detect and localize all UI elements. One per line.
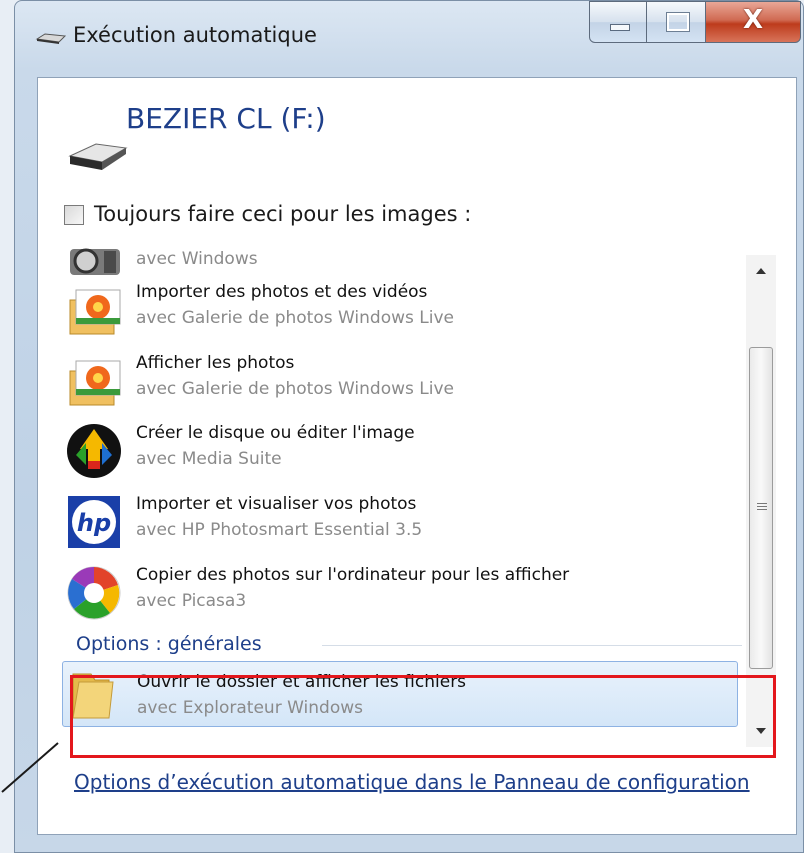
scroll-grip-icon [757, 503, 767, 512]
list-item[interactable]: Afficher les photos avec Galerie de phot… [62, 347, 742, 417]
section-header-general: Options : générales [76, 633, 262, 655]
control-panel-autoplay-link[interactable]: Options d’exécution automatique dans le … [74, 770, 750, 794]
list-item-title: Importer des photos et des vidéos [136, 282, 428, 302]
media-suite-icon [67, 424, 121, 478]
list-item[interactable]: Copier des photos sur l'ordinateur pour … [62, 559, 742, 629]
list-item-title: Afficher les photos [136, 353, 295, 373]
close-button[interactable]: X [705, 1, 801, 43]
client-area: BEZIER CL (F:) Toujours faire ceci pour … [37, 77, 797, 835]
scroll-thumb[interactable] [749, 347, 773, 669]
maximize-icon [666, 12, 690, 32]
removable-drive-icon [68, 143, 128, 170]
maximize-button[interactable] [646, 1, 706, 43]
list-item-subtitle: avec HP Photosmart Essential 3.5 [136, 520, 423, 540]
always-checkbox[interactable] [64, 205, 84, 225]
list-item-title: Copier des photos sur l'ordinateur pour … [136, 565, 570, 585]
hp-icon: hp [68, 496, 120, 548]
list-item-subtitle: avec Galerie de photos Windows Live [136, 379, 454, 399]
list-item[interactable]: Importer des photos et des vidéos avec G… [62, 276, 742, 346]
drive-small-icon [35, 33, 67, 44]
list-item-subtitle: avec Picasa3 [136, 591, 247, 611]
drive-title: BEZIER CL (F:) [126, 102, 326, 135]
close-icon: X [742, 5, 764, 35]
photo-gallery-icon [69, 289, 121, 335]
highlight-annotation [70, 675, 776, 758]
photo-gallery-icon [69, 360, 121, 406]
minimize-button[interactable] [589, 1, 647, 43]
list-item[interactable]: Créer le disque ou éditer l'image avec M… [62, 417, 742, 487]
list-item-subtitle: avec Galerie de photos Windows Live [136, 308, 454, 328]
list-scrollbar[interactable] [746, 255, 776, 747]
camera-icon [70, 248, 120, 275]
window-title: Exécution automatique [73, 23, 317, 47]
list-item-title: Créer le disque ou éditer l'image [136, 423, 415, 443]
autoplay-window: Exécution automatique X BEZIER CL (F:) T… [14, 0, 804, 853]
minimize-icon [610, 24, 630, 31]
list-item[interactable]: hp Importer et visualiser vos photos ave… [62, 488, 742, 558]
list-item-subtitle: avec Windows [136, 249, 258, 269]
scroll-up-arrow-icon[interactable] [746, 255, 776, 285]
list-item-title: Importer et visualiser vos photos [136, 494, 417, 514]
picasa-icon [67, 566, 121, 620]
title-bar[interactable]: Exécution automatique X [15, 1, 803, 77]
svg-text:hp: hp [77, 509, 111, 537]
always-checkbox-label: Toujours faire ceci pour les images : [94, 202, 472, 226]
section-divider [322, 645, 742, 646]
list-item-subtitle: avec Media Suite [136, 449, 282, 469]
